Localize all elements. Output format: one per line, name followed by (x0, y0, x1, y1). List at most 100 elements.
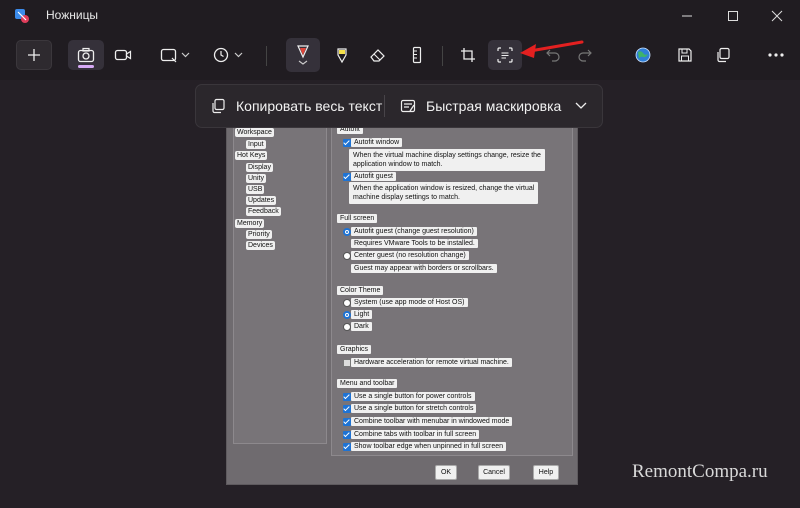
highlighter-button[interactable] (328, 40, 356, 70)
eraser-button[interactable] (364, 40, 392, 70)
radio-light-theme[interactable] (343, 311, 351, 319)
group-full-screen: Full screen (337, 214, 378, 223)
checkbox-menu-option[interactable] (343, 431, 351, 439)
option-description: When the virtual machine display setting… (349, 149, 545, 171)
ruler-button[interactable] (404, 40, 430, 70)
nav-item: Memory (235, 219, 265, 228)
close-button[interactable] (754, 0, 800, 32)
pen-icon (297, 45, 309, 65)
more-icon (768, 53, 784, 57)
close-icon (771, 10, 783, 22)
checkbox-menu-option[interactable] (343, 405, 351, 413)
group-graphics: Graphics (337, 345, 372, 354)
copy-all-text-button[interactable]: Копировать весь текст (210, 85, 382, 127)
snipping-tool-logo-icon (15, 9, 29, 23)
save-button[interactable] (672, 40, 698, 70)
option-description: Requires VMware Tools to be installed. (351, 239, 478, 248)
more-options-button[interactable] (762, 40, 790, 70)
radio-system-theme[interactable] (343, 299, 351, 307)
group-menu-toolbar: Menu and toolbar (337, 379, 398, 388)
delay-dropdown[interactable] (210, 40, 248, 70)
nav-item: USB (246, 185, 265, 194)
title-bar: Ножницы (0, 0, 800, 32)
copy-button[interactable] (710, 40, 736, 70)
option-label: Use a single button for power controls (351, 392, 475, 401)
edit-in-paint-button[interactable] (630, 40, 656, 70)
plus-icon (28, 49, 40, 61)
option-label: Combine tabs with toolbar in full screen (351, 430, 480, 439)
option-label: Use a single button for stretch controls (351, 404, 477, 413)
maximize-icon (728, 11, 738, 21)
chevron-down-icon (575, 102, 587, 109)
option-description: Guest may appear with borders or scrollb… (351, 264, 497, 273)
nav-item: Priority (246, 230, 272, 239)
undo-button[interactable] (540, 40, 566, 70)
toolbar-divider (266, 46, 267, 66)
nav-item: Display (246, 163, 273, 172)
snip-shape-dropdown[interactable] (156, 40, 196, 70)
quick-redact-button[interactable]: Быстрая маскировка (400, 85, 561, 127)
video-icon (114, 49, 132, 61)
globe-icon (635, 47, 651, 63)
ok-button[interactable]: OK (435, 465, 457, 480)
record-mode-button[interactable] (106, 40, 140, 70)
option-label: Light (351, 310, 373, 319)
eraser-icon (370, 49, 385, 62)
checkbox-menu-option[interactable] (343, 443, 351, 451)
window-title: Ножницы (46, 8, 99, 22)
option-label: Autofit window (351, 138, 403, 147)
nav-item: Unity (246, 174, 266, 183)
watermark: RemontCompa.ru (632, 461, 768, 482)
option-label: Autofit guest (change guest resolution) (351, 227, 477, 236)
checkbox-autofit-window[interactable] (343, 139, 351, 147)
copy-icon (717, 47, 730, 63)
copy-all-text-label: Копировать весь текст (236, 98, 383, 114)
clock-icon (213, 47, 243, 63)
option-label: Center guest (no resolution change) (351, 251, 469, 260)
maximize-button[interactable] (710, 0, 756, 32)
minimize-icon (682, 15, 692, 17)
option-label: Hardware acceleration for remote virtual… (351, 358, 512, 367)
ruler-icon (412, 46, 422, 64)
group-color-theme: Color Theme (337, 286, 384, 295)
help-button[interactable]: Help (533, 465, 559, 480)
camera-icon (77, 47, 95, 63)
save-icon (678, 48, 692, 62)
checkbox-autofit-guest[interactable] (343, 173, 351, 181)
option-label: Combine toolbar with menubar in windowed… (351, 417, 513, 426)
radio-center-guest[interactable] (343, 252, 351, 260)
radio-dark-theme[interactable] (343, 323, 351, 331)
text-actions-bar: Копировать весь текст Быстрая маскировка (195, 84, 603, 128)
minimize-button[interactable] (664, 0, 710, 32)
quick-redact-label: Быстрая маскировка (426, 98, 562, 114)
crop-icon (461, 48, 475, 62)
crop-button[interactable] (454, 40, 482, 70)
toolbar-divider (442, 46, 443, 66)
undo-icon (546, 49, 560, 62)
redo-icon (578, 49, 592, 62)
option-label: Autofit guest (351, 172, 396, 181)
text-actions-icon (497, 47, 513, 63)
ballpoint-pen-button[interactable] (286, 38, 320, 72)
captured-screenshot[interactable]: Workspace Input Hot Keys Display Unity U… (226, 113, 578, 485)
redact-options-dropdown[interactable] (574, 85, 588, 127)
option-description: When the application window is resized, … (349, 182, 539, 204)
cancel-button[interactable]: Cancel (478, 465, 510, 480)
rectangle-icon (160, 48, 190, 63)
selected-indicator (78, 65, 94, 68)
nav-item: Workspace (235, 128, 274, 137)
option-label: Show toolbar edge when unpinned in full … (351, 442, 507, 451)
highlighter-icon (337, 48, 347, 64)
redact-icon (400, 99, 416, 113)
checkbox-hardware-acceleration[interactable] (343, 359, 351, 367)
nav-item: Hot Keys (235, 151, 268, 160)
redo-button[interactable] (572, 40, 598, 70)
checkbox-menu-option[interactable] (343, 418, 351, 426)
new-snip-button[interactable] (16, 40, 52, 70)
nav-item: Feedback (246, 207, 281, 216)
nav-item: Devices (246, 241, 275, 250)
copy-icon (212, 98, 225, 114)
snip-mode-button[interactable] (68, 40, 104, 70)
radio-autofit-guest[interactable] (343, 228, 351, 236)
checkbox-menu-option[interactable] (343, 393, 351, 401)
